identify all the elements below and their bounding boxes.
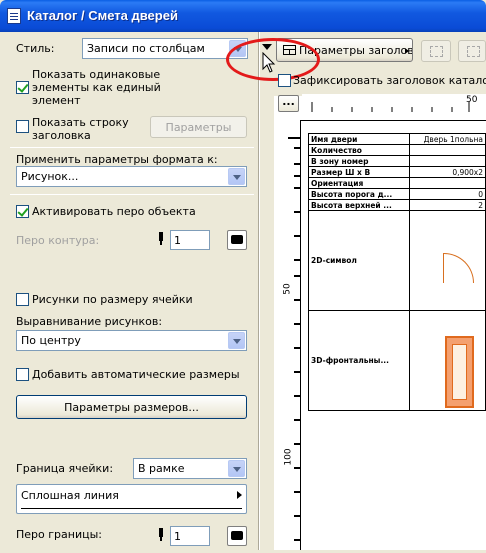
freeze-header-checkbox[interactable] — [278, 74, 291, 87]
chevron-down-icon[interactable] — [228, 168, 245, 185]
cell-value: 0 — [409, 188, 486, 200]
cell-key: 2D-символ — [307, 210, 411, 311]
ruler-left-label-50: 50 — [282, 283, 293, 295]
line-type-value: Сплошная линия — [21, 489, 119, 502]
show-same-label: Показать одинаковые элементы как единый … — [32, 68, 161, 107]
line-type-select[interactable]: Сплошная линия — [16, 484, 247, 514]
frame-button-2[interactable] — [458, 40, 486, 62]
table-row: Ориентация — [307, 177, 486, 189]
chevron-right-icon — [405, 48, 409, 54]
freeze-header-label: Зафиксировать заголовок каталога — [293, 74, 486, 87]
apply-format-label: Применить параметры формата к: — [16, 153, 218, 166]
apply-format-value: Рисунок... — [21, 170, 79, 183]
dim-params-button[interactable]: Параметры размеров... — [16, 395, 247, 419]
cell-value — [409, 144, 486, 156]
border-pen-swatch[interactable] — [227, 526, 247, 546]
cell-value: 0,900x2 — [409, 166, 486, 178]
style-select[interactable]: Записи по столбцам — [82, 38, 248, 59]
cell-value — [409, 155, 486, 167]
ruler-top-label: 50 — [466, 95, 478, 105]
ruler-left-label-100: 100 — [283, 448, 294, 466]
divider — [10, 147, 254, 148]
border-pen-input[interactable]: 1 — [170, 526, 210, 546]
cell-value — [409, 177, 486, 189]
style-label: Стиль: — [16, 42, 55, 55]
show-header-label: Показать строку заголовка — [32, 116, 129, 142]
more-options-button[interactable]: ... — [278, 95, 299, 112]
frame-button[interactable] — [421, 40, 451, 62]
cell-key: 3D-фронтальны... — [307, 310, 411, 411]
contour-pen-label: Перо контура: — [16, 234, 100, 247]
table-row: Размер Ш x В 0,900x2 — [307, 166, 486, 178]
mouse-cursor-icon — [262, 52, 276, 73]
catalog-icon — [7, 8, 21, 24]
ruler-left-ticks — [288, 137, 302, 541]
window-title: Каталог / Смета дверей — [27, 8, 178, 23]
pane-divider[interactable] — [258, 32, 260, 550]
cell-value: 2 — [409, 199, 486, 211]
cell-border-label: Граница ячейки: — [16, 462, 114, 475]
add-auto-dims-label: Добавить автоматические размеры — [32, 368, 240, 381]
align-images-select[interactable]: По центру — [16, 330, 247, 351]
contour-pen-swatch[interactable] — [227, 230, 247, 250]
cell-key: В зону номер — [307, 155, 411, 167]
border-pen-label: Перо границы: — [16, 528, 102, 541]
cell-border-value: В рамке — [138, 462, 185, 475]
activate-pen-checkbox[interactable] — [16, 205, 29, 218]
fit-images-label: Рисунки по размеру ячейки — [32, 293, 193, 306]
frame-icon — [467, 46, 480, 57]
ruler-top: 50 — [302, 94, 486, 112]
chevron-down-icon[interactable] — [228, 332, 245, 349]
table-row: Высота порога д... 0 — [307, 188, 486, 200]
show-same-checkbox[interactable] — [16, 81, 29, 94]
cell-value: Дверь 1польна — [409, 133, 486, 145]
cell-key: Количество — [307, 144, 411, 156]
fit-images-checkbox[interactable] — [16, 293, 29, 306]
ruler-top-ticks — [311, 102, 470, 112]
cell-key: Ориентация — [307, 177, 411, 189]
apply-format-select[interactable]: Рисунок... — [16, 166, 247, 187]
cell-border-select[interactable]: В рамке — [133, 458, 247, 479]
table-row: Количество — [307, 144, 486, 156]
settings-panel: Стиль: Записи по столбцам Показать одина… — [0, 32, 258, 550]
divider — [10, 194, 254, 195]
align-images-value: По центру — [21, 334, 81, 347]
pen-icon — [158, 232, 164, 246]
table-row: Имя двери Дверь 1польна — [307, 133, 486, 145]
pen-icon — [158, 528, 164, 542]
align-images-label: Выравнивание рисунков: — [16, 315, 163, 328]
table-row: В зону номер — [307, 155, 486, 167]
show-header-checkbox[interactable] — [16, 120, 29, 133]
cell-key: Размер Ш x В — [307, 166, 411, 178]
cell-key: Имя двери — [307, 133, 411, 145]
chevron-right-icon — [237, 491, 242, 499]
activate-pen-label: Активировать перо объекта — [32, 205, 196, 218]
title-bar[interactable]: Каталог / Смета дверей — [0, 0, 486, 32]
door-3d-front-icon — [445, 336, 474, 408]
cell-key: Высота порога д... — [307, 188, 411, 200]
line-preview — [21, 508, 242, 509]
table-row: Высота верхней ... 2 — [307, 199, 486, 211]
cell-key: Высота верхней ... — [307, 199, 411, 211]
style-select-value: Записи по столбцам — [87, 42, 205, 55]
contour-pen-input[interactable]: 1 — [170, 230, 210, 250]
frame-icon — [430, 46, 443, 57]
chevron-down-icon[interactable] — [228, 460, 245, 477]
add-auto-dims-checkbox[interactable] — [16, 368, 29, 381]
params-button[interactable]: Параметры — [150, 116, 247, 138]
ruler-left: 50 100 — [274, 112, 302, 550]
